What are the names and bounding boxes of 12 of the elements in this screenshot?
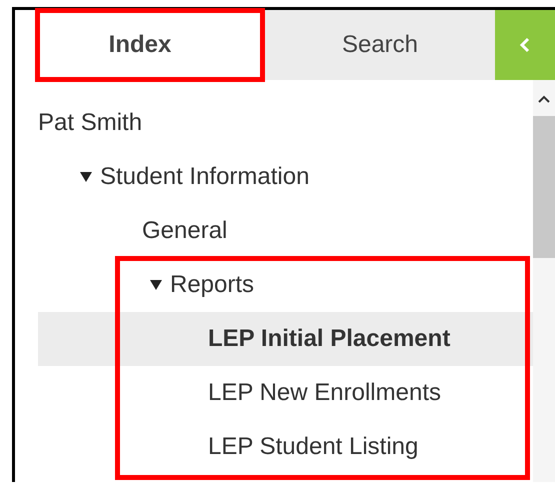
expand-triangle-icon[interactable] <box>150 280 162 290</box>
scroll-up-icon[interactable] <box>537 94 551 104</box>
tree-item[interactable]: Student Information <box>100 163 310 191</box>
chevron-left-icon <box>518 37 532 53</box>
expand-triangle-icon[interactable] <box>80 172 92 182</box>
tree-item[interactable]: General <box>142 217 228 245</box>
scrollbar-thumb[interactable] <box>533 116 555 258</box>
tree-item[interactable]: LEP New Enrollments <box>208 379 441 407</box>
tab[interactable]: Search <box>265 10 495 80</box>
tree-item[interactable]: Pat Smith <box>38 109 142 137</box>
tree-item[interactable]: LEP Student Listing <box>208 433 418 461</box>
tree-item[interactable]: Reports <box>170 271 254 299</box>
